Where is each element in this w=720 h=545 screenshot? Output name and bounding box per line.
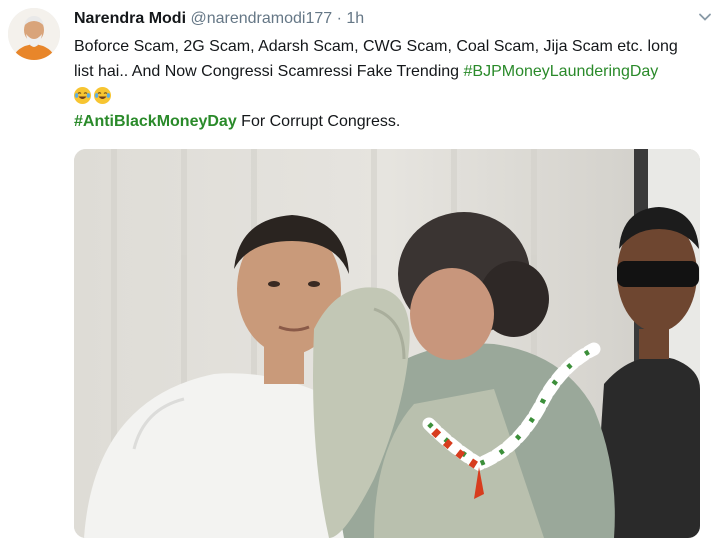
author-handle[interactable]: @narendramodi177 [190, 10, 332, 27]
tweet-timestamp[interactable]: 1h [346, 10, 364, 27]
face-with-tears-of-joy-icon [74, 87, 91, 104]
tweet-text-segment: For Corrupt Congress. [236, 113, 401, 130]
tweet-photo[interactable] [74, 149, 700, 538]
hashtag-link-bjp[interactable]: #BJPMoneyLaunderingDay [464, 63, 659, 80]
hashtag-link-antiblackmoney[interactable]: #AntiBlackMoneyDay [74, 113, 237, 130]
tweet-text-line-1: Boforce Scam, 2G Scam, Adarsh Scam, CWG … [74, 38, 678, 55]
separator-dot: · [336, 10, 342, 27]
author-name[interactable]: Narendra Modi [74, 10, 186, 27]
tweet-text-line-2: list hai.. And Now Congressi Scamressi F… [74, 59, 714, 84]
photo-illustration [74, 149, 700, 538]
face-with-tears-of-joy-icon [94, 87, 111, 104]
tweet-text: Boforce Scam, 2G Scam, Adarsh Scam, CWG … [74, 34, 714, 134]
emoji-row [74, 84, 714, 109]
chevron-down-icon[interactable] [698, 10, 712, 24]
tweet-text-segment: list hai.. And Now Congressi Scamressi F… [74, 63, 464, 80]
tweet-header: Narendra Modi @narendramodi177 · 1h [74, 9, 680, 29]
tweet-text-line-4: #AntiBlackMoneyDay For Corrupt Congress. [74, 109, 714, 134]
avatar[interactable] [8, 8, 60, 60]
